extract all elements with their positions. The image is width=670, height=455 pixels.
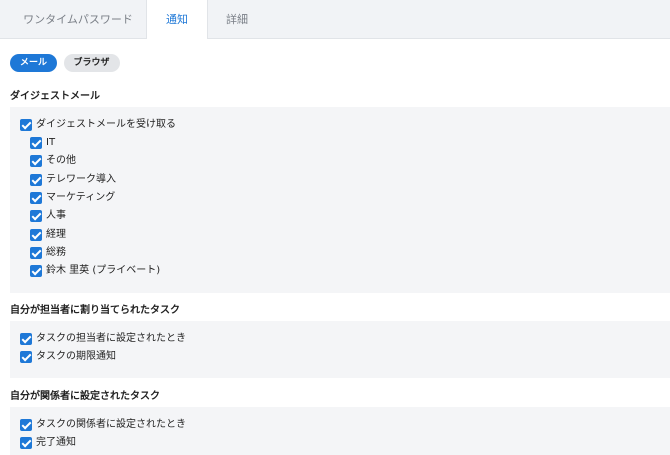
checkbox-label: IT <box>46 137 56 148</box>
checkbox-label: 鈴木 里英 (プライベート) <box>46 265 161 276</box>
section-title-assigned-tasks: 自分が担当者に割り当てられたタスク <box>10 305 180 316</box>
checkbox-checked-icon[interactable] <box>30 247 42 259</box>
channel-switch: メール ブラウザ <box>10 54 123 72</box>
checkbox-label: テレワーク導入 <box>46 174 116 185</box>
tab-one-time-password[interactable]: ワンタイムパスワード <box>14 0 142 38</box>
section-title-digest-mail: ダイジェストメール <box>10 91 100 102</box>
digest-mail-group: ダイジェストメールを受け取る IT その他 テレワーク導入 マーケティング 人事… <box>10 107 670 293</box>
assigned-tasks-group: タスクの担当者に設定されたとき タスクの期限通知 <box>10 321 670 378</box>
checkbox-label: 完了通知 <box>36 437 76 448</box>
checkbox-checked-icon[interactable] <box>20 119 32 131</box>
checkbox-checked-icon[interactable] <box>20 419 32 431</box>
checkbox-checked-icon[interactable] <box>30 137 42 149</box>
checkbox-checked-icon[interactable] <box>30 174 42 186</box>
channel-browser-button[interactable]: ブラウザ <box>63 54 120 72</box>
checkbox-label: タスクの期限通知 <box>36 351 116 362</box>
checkbox-label: ダイジェストメールを受け取る <box>36 119 176 130</box>
checkbox-label: タスクの担当者に設定されたとき <box>36 333 186 344</box>
checkbox-checked-icon[interactable] <box>30 265 42 277</box>
checkbox-label: 総務 <box>46 247 66 258</box>
checkbox-label: 経理 <box>46 229 66 240</box>
section-title-related-tasks: 自分が関係者に設定されたタスク <box>10 391 160 402</box>
checkbox-checked-icon[interactable] <box>30 210 42 222</box>
channel-mail-button[interactable]: メール <box>10 54 58 72</box>
settings-tab-bar: ワンタイムパスワード 通知 詳細 <box>0 0 670 39</box>
tab-notifications[interactable]: 通知 <box>146 0 208 39</box>
checkbox-checked-icon[interactable] <box>30 155 42 167</box>
checkbox-checked-icon[interactable] <box>20 437 32 449</box>
checkbox-label: その他 <box>46 155 76 166</box>
checkbox-checked-icon[interactable] <box>20 351 32 363</box>
checkbox-label: タスクの関係者に設定されたとき <box>36 419 186 430</box>
checkbox-checked-icon[interactable] <box>30 192 42 204</box>
related-tasks-group: タスクの関係者に設定されたとき 完了通知 <box>10 407 670 455</box>
checkbox-checked-icon[interactable] <box>20 333 32 345</box>
tab-details[interactable]: 詳細 <box>212 0 262 38</box>
checkbox-label: マーケティング <box>46 192 116 203</box>
checkbox-label: 人事 <box>46 210 66 221</box>
checkbox-checked-icon[interactable] <box>30 229 42 241</box>
